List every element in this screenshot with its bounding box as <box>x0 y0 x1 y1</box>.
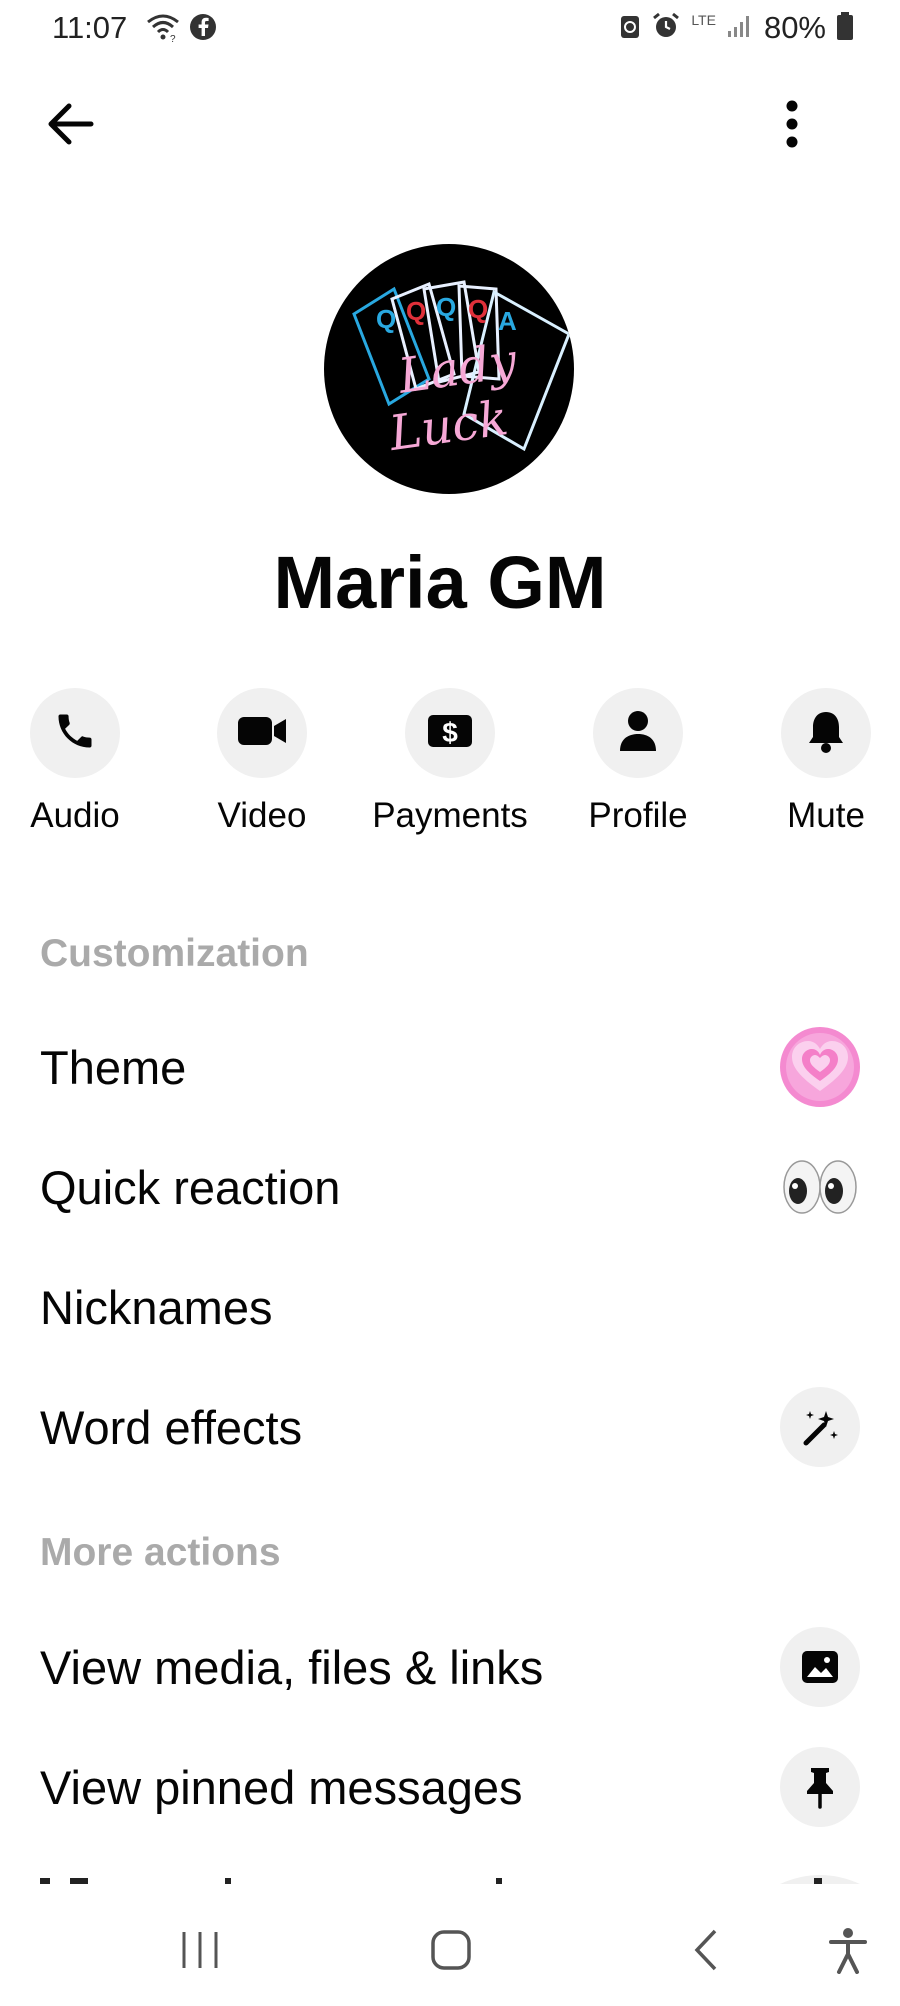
image-icon <box>780 1627 860 1707</box>
audio-label: Audio <box>30 796 120 835</box>
home-button[interactable] <box>421 1922 481 1982</box>
pin-icon <box>780 1747 860 1827</box>
recent-apps-icon <box>178 1930 222 1975</box>
svg-text:Q: Q <box>436 292 456 322</box>
more-options-button[interactable] <box>762 96 822 156</box>
svg-text:Q: Q <box>376 304 396 334</box>
quick-reaction-row[interactable]: Quick reaction <box>0 1132 900 1242</box>
payments-button[interactable]: $ Payments <box>370 688 530 836</box>
status-time: 11:07 <box>52 10 128 45</box>
quick-actions: Audio Video $ Payments Profile Mute <box>0 688 900 848</box>
status-right: LTE 80% <box>619 10 854 46</box>
word-effects-label: Word effects <box>40 1400 303 1454</box>
word-effects-row[interactable]: Word effects <box>0 1372 900 1482</box>
svg-text:$: $ <box>442 717 458 748</box>
profile-action-circle[interactable] <box>593 688 683 778</box>
vertical-dots-icon <box>785 100 799 153</box>
view-pinned-label: View pinned messages <box>40 1760 523 1814</box>
mute-button[interactable]: Mute <box>746 688 900 836</box>
dollar-icon: $ <box>426 711 474 756</box>
svg-text:?: ? <box>170 34 176 42</box>
more-actions-header: More actions <box>40 1531 281 1574</box>
back-nav-button[interactable] <box>676 1922 736 1982</box>
svg-text:Q: Q <box>468 294 488 324</box>
theme-row[interactable]: Theme <box>0 1012 900 1122</box>
theme-label: Theme <box>40 1040 187 1094</box>
audio-call-button[interactable]: Audio <box>0 688 155 836</box>
profile-name: Maria GM <box>273 541 607 624</box>
payments-action-circle[interactable]: $ <box>405 688 495 778</box>
avatar[interactable]: Q Q Q Q A Lady Luck <box>324 244 574 494</box>
eyes-emoji-icon <box>780 1147 860 1227</box>
chevron-left-icon <box>691 1928 721 1977</box>
mute-action-circle[interactable] <box>781 688 871 778</box>
recycle-icon <box>619 12 641 45</box>
mute-label: Mute <box>787 796 865 835</box>
video-action-circle[interactable] <box>217 688 307 778</box>
nicknames-label: Nicknames <box>40 1280 273 1334</box>
quick-reaction-label: Quick reaction <box>40 1160 341 1214</box>
profile-label: Profile <box>588 796 688 835</box>
phone-icon <box>53 709 97 758</box>
view-media-row[interactable]: View media, files & links <box>0 1612 900 1722</box>
system-navigation-bar <box>0 1900 900 2006</box>
accessibility-button[interactable] <box>818 1922 878 1982</box>
payments-label: Payments <box>372 796 528 835</box>
back-button[interactable] <box>40 96 100 156</box>
battery-icon <box>836 11 854 46</box>
partial-row <box>0 1870 900 1884</box>
facebook-icon <box>188 12 218 47</box>
view-media-label: View media, files & links <box>40 1640 544 1694</box>
person-icon <box>618 709 658 758</box>
video-call-button[interactable]: Video <box>182 688 342 836</box>
network-type: LTE <box>691 12 716 28</box>
video-camera-icon <box>236 711 288 756</box>
arrow-left-icon <box>45 102 95 151</box>
lady-luck-logo: Q Q Q Q A Lady Luck <box>352 280 571 462</box>
bell-icon <box>806 708 846 759</box>
home-icon <box>429 1928 473 1977</box>
customization-header: Customization <box>40 932 309 975</box>
signal-icon <box>726 13 754 44</box>
battery-percent: 80% <box>763 10 826 45</box>
video-label: Video <box>217 796 307 835</box>
audio-action-circle[interactable] <box>30 688 120 778</box>
status-bar: 11:07 ? LTE 80% <box>0 0 900 56</box>
accessibility-icon <box>828 1926 868 1979</box>
alarm-icon <box>651 11 681 46</box>
profile-button[interactable]: Profile <box>558 688 718 836</box>
heart-theme-icon <box>780 1027 860 1107</box>
magic-wand-icon <box>780 1387 860 1467</box>
wifi-icon: ? <box>146 12 180 47</box>
svg-text:Q: Q <box>406 296 426 326</box>
svg-text:A: A <box>498 306 517 336</box>
view-pinned-row[interactable]: View pinned messages <box>0 1732 900 1842</box>
status-left-icons: ? <box>146 12 218 47</box>
nicknames-row[interactable]: Nicknames <box>0 1252 900 1362</box>
recent-apps-button[interactable] <box>170 1922 230 1982</box>
